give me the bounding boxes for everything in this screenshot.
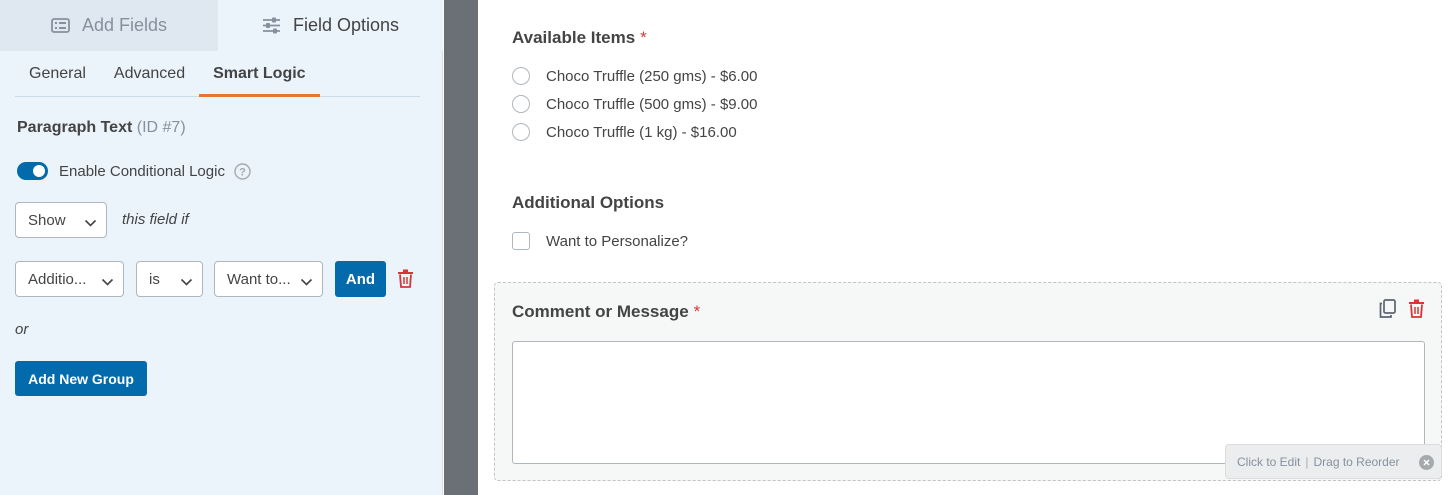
comment-label: Comment or Message * bbox=[512, 302, 700, 322]
trash-icon[interactable] bbox=[397, 269, 414, 293]
rule-operator-select[interactable]: is bbox=[136, 261, 203, 297]
radio-option[interactable]: Choco Truffle (500 gms) - $9.00 bbox=[512, 95, 758, 113]
field-actions bbox=[1379, 299, 1425, 323]
hint-reorder: Drag to Reorder bbox=[1313, 454, 1400, 469]
chevron-down-icon bbox=[101, 274, 114, 291]
field-heading: Paragraph Text (ID #7) bbox=[17, 119, 186, 137]
rule-value-select[interactable]: Want to... bbox=[214, 261, 323, 297]
chevron-down-icon bbox=[84, 215, 97, 232]
tab-add-fields-label: Add Fields bbox=[81, 15, 168, 35]
required-mark: * bbox=[693, 302, 701, 321]
radio-button[interactable] bbox=[512, 67, 530, 85]
edit-reorder-hint: Click to Edit | Drag to Reorder bbox=[1225, 444, 1442, 479]
field-name: Paragraph Text bbox=[17, 119, 133, 136]
rule-field-value: Additio... bbox=[28, 270, 87, 288]
field-options-sub-tabs: General Advanced Smart Logic bbox=[15, 52, 420, 97]
radio-option-label: Choco Truffle (250 gms) - $6.00 bbox=[546, 67, 758, 85]
available-items-title: Available Items bbox=[512, 28, 636, 47]
radio-button[interactable] bbox=[512, 123, 530, 141]
tab-field-options-label: Field Options bbox=[292, 15, 400, 35]
rule-field-select[interactable]: Additio... bbox=[15, 261, 124, 297]
tab-add-fields[interactable]: Add Fields bbox=[0, 0, 218, 51]
additional-options-label[interactable]: Additional Options bbox=[512, 193, 664, 213]
sidebar-top-tabs: Add Fields Field Options bbox=[0, 0, 443, 51]
conditional-logic-label: Enable Conditional Logic bbox=[59, 162, 225, 180]
hint-edit: Click to Edit bbox=[1237, 454, 1301, 469]
checkbox-option-label: Want to Personalize? bbox=[546, 232, 689, 250]
hint-separator: | bbox=[1305, 454, 1309, 469]
conditional-logic-toggle[interactable] bbox=[17, 162, 48, 180]
add-new-group-button[interactable]: Add New Group bbox=[15, 361, 147, 396]
action-suffix: this field if bbox=[122, 211, 189, 228]
additional-options-title: Additional Options bbox=[512, 193, 665, 212]
panel-divider bbox=[444, 0, 478, 495]
and-button[interactable]: And bbox=[335, 261, 386, 297]
chevron-down-icon bbox=[180, 274, 193, 291]
radio-button[interactable] bbox=[512, 95, 530, 113]
action-select-value: Show bbox=[28, 211, 66, 229]
radio-option-label: Choco Truffle (500 gms) - $9.00 bbox=[546, 95, 758, 113]
rule-operator-value: is bbox=[149, 270, 160, 288]
chevron-down-icon bbox=[300, 274, 313, 291]
field-id: (ID #7) bbox=[136, 119, 186, 136]
close-icon[interactable] bbox=[1419, 455, 1434, 470]
conditional-logic-row: Enable Conditional Logic ? bbox=[17, 160, 251, 182]
checkbox-option[interactable]: Want to Personalize? bbox=[512, 232, 688, 250]
or-label: or bbox=[15, 321, 29, 338]
radio-option-label: Choco Truffle (1 kg) - $16.00 bbox=[546, 123, 737, 141]
tab-field-options[interactable]: Field Options bbox=[218, 0, 443, 51]
comment-title: Comment or Message bbox=[512, 302, 689, 321]
list-icon bbox=[51, 18, 70, 33]
tab-general[interactable]: General bbox=[15, 52, 100, 97]
tab-advanced[interactable]: Advanced bbox=[100, 52, 199, 97]
radio-option[interactable]: Choco Truffle (1 kg) - $16.00 bbox=[512, 123, 737, 141]
svg-text:?: ? bbox=[239, 166, 246, 178]
radio-option[interactable]: Choco Truffle (250 gms) - $6.00 bbox=[512, 67, 758, 85]
required-mark: * bbox=[640, 28, 647, 47]
sliders-icon bbox=[262, 17, 281, 34]
duplicate-icon[interactable] bbox=[1379, 299, 1396, 323]
field-options-sidebar: Add Fields Field Options General Advance… bbox=[0, 0, 443, 495]
form-preview: Available Items * Choco Truffle (250 gms)… bbox=[478, 0, 1454, 495]
help-icon[interactable]: ? bbox=[234, 162, 251, 180]
rule-value-value: Want to... bbox=[227, 270, 291, 288]
checkbox[interactable] bbox=[512, 232, 530, 250]
tab-smart-logic[interactable]: Smart Logic bbox=[199, 52, 320, 97]
trash-icon[interactable] bbox=[1408, 299, 1425, 323]
available-items-label[interactable]: Available Items * bbox=[512, 28, 647, 48]
action-select[interactable]: Show bbox=[15, 202, 107, 238]
